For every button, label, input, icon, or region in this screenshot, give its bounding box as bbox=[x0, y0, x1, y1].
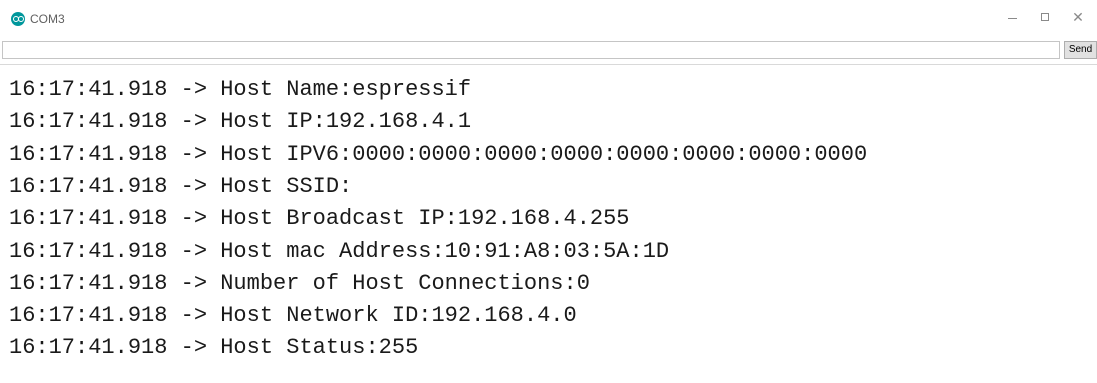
log-line: 16:17:41.918 -> Host SSID: bbox=[9, 173, 353, 199]
log-line: 16:17:41.918 -> Host Name:espressif bbox=[9, 77, 472, 102]
arduino-icon bbox=[11, 12, 25, 26]
window-title: COM3 bbox=[30, 12, 65, 26]
minimize-icon[interactable] bbox=[1003, 8, 1023, 28]
serial-output[interactable]: 16:17:41.918 -> Host Name:espressif 16:17… bbox=[0, 66, 1097, 383]
title-bar: COM3 ✕ bbox=[0, 0, 1097, 38]
log-line: 16:17:41.918 -> Host Network ID:192.168.… bbox=[9, 303, 577, 329]
log-line: 16:17:41.918 -> Host IP:192.168.4.1 bbox=[9, 109, 472, 135]
log-line: 16:17:41.918 -> Host Status:255 bbox=[9, 335, 419, 361]
log-line: 16:17:41.918 -> Host IPV6:0000:0000:0000… bbox=[9, 141, 868, 167]
close-icon[interactable]: ✕ bbox=[1068, 8, 1088, 28]
divider bbox=[0, 64, 1097, 65]
send-row: Send bbox=[0, 40, 1097, 62]
send-button[interactable]: Send bbox=[1064, 41, 1097, 59]
serial-input[interactable] bbox=[2, 41, 1060, 59]
maximize-icon[interactable] bbox=[1036, 8, 1056, 28]
log-line: 16:17:41.918 -> Host mac Address:10:91:A… bbox=[9, 238, 670, 264]
log-line: 16:17:41.918 -> Number of Host Connectio… bbox=[9, 270, 590, 296]
serial-monitor-window: COM3 ✕ Send 16:17:41.918 -> Host Name:es… bbox=[0, 0, 1097, 383]
log-line: 16:17:41.918 -> Host Broadcast IP:192.16… bbox=[9, 206, 630, 232]
